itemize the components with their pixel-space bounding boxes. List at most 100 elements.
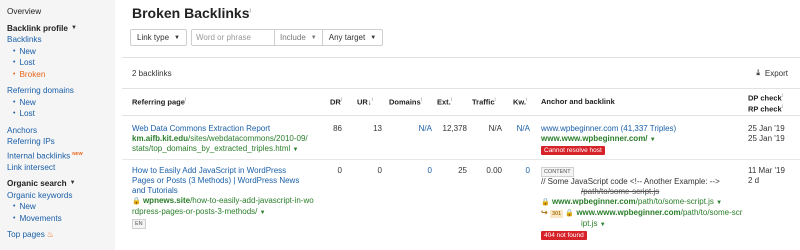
col-label: Ext. [437, 97, 451, 107]
url-path: rdpress-pages-or-posts-3-methods/ [132, 207, 258, 216]
sidebar-item-label: New [19, 46, 36, 56]
referring-page-url[interactable]: 🔒 wpnews.site/how-to-easily-add-javascri… [132, 196, 327, 207]
redirect-arrow-icon: ↪ [541, 208, 548, 217]
content-tag: CONTENT [541, 167, 574, 177]
info-icon[interactable]: i [250, 8, 251, 14]
col-label: DR [330, 97, 341, 107]
sidebar-item-refdomains-lost[interactable]: • Lost [7, 108, 115, 120]
bullet-icon: • [13, 214, 16, 222]
col-label: UR [357, 97, 368, 107]
redirect-badge: 301 [549, 210, 564, 218]
sidebar-section-backlink-profile[interactable]: Backlink profile ▼ [7, 23, 115, 35]
sidebar-section-organic-search[interactable]: Organic search ▼ [7, 178, 115, 190]
sidebar-item-organic-new[interactable]: • New [7, 201, 115, 213]
include-label: Include [279, 33, 306, 42]
sidebar-item-internal-backlinks[interactable]: Internal backlinks NEW [7, 148, 115, 162]
referring-page-url-cont: rdpress-pages-or-posts-3-methods/ ▼ [132, 207, 327, 218]
col-kw[interactable]: Kw.i [513, 97, 527, 107]
sidebar-item-referring-domains[interactable]: Referring domains [7, 85, 115, 97]
sidebar-overview[interactable]: Overview [7, 6, 115, 18]
dp-check-date: 11 Mar '19 [748, 166, 785, 175]
sidebar-item-link-intersect[interactable]: Link intersect [7, 162, 115, 174]
kw-value[interactable]: N/A [512, 124, 530, 133]
caret-down-icon[interactable]: ▼ [293, 147, 299, 153]
title-line: How to Easily Add JavaScript in WordPres… [132, 166, 287, 175]
backlink-url[interactable]: 🔒 www.wpbeginner.com/path/to/some-script… [541, 197, 746, 208]
backlink-url[interactable]: www.www.wpbeginner.com/ ▼ [541, 134, 741, 145]
any-target-label: Any target [328, 33, 366, 42]
referring-page-cell: How to Easily Add JavaScript in WordPres… [132, 166, 327, 229]
any-target-dropdown[interactable]: Any target ▼ [321, 30, 382, 45]
caret-down-icon[interactable]: ▼ [716, 200, 722, 206]
bullet-icon: • [13, 70, 16, 78]
col-dr[interactable]: DRi [330, 97, 342, 107]
sidebar-item-organic-movements[interactable]: • Movements [7, 213, 115, 225]
sidebar-item-anchors[interactable]: Anchors [7, 125, 115, 137]
ext-value: 25 [458, 166, 467, 175]
table-header: Referring pagei DRi UR↓i Domainsi Ext.i … [122, 88, 800, 116]
sidebar-item-referring-ips[interactable]: Referring IPs [7, 136, 115, 148]
sidebar-item-label: Lost [19, 58, 35, 67]
search-group: Include ▼ Any target ▼ [190, 29, 384, 46]
referring-page-url-cont: stats/top_domains_by_extracted_triples.h… [132, 144, 327, 155]
export-button[interactable]: ⤓ Export [756, 68, 788, 78]
caret-down-icon[interactable]: ▼ [600, 222, 606, 228]
language-badge: EN [132, 219, 146, 229]
domains-value[interactable]: 0 [402, 166, 432, 175]
ext-value: 12,378 [442, 124, 467, 133]
sidebar-item-backlinks-new[interactable]: • New [7, 46, 115, 58]
col-referring-page[interactable]: Referring pagei [132, 97, 186, 107]
table-row: Web Data Commons Extraction Report km.ai… [122, 116, 800, 160]
caret-down-icon[interactable]: ▼ [650, 137, 656, 143]
title-line: Pages or Posts (3 Methods) | WordPress N… [132, 176, 300, 185]
dr-value: 86 [333, 124, 342, 133]
referring-page-url[interactable]: km.aifb.kit.edu/sites/webdatacommons/201… [132, 134, 327, 144]
lock-icon: 🔒 [565, 210, 575, 217]
col-checks[interactable]: DP checki RP checki [748, 92, 783, 113]
info-icon: i [340, 97, 342, 103]
url-path: /sites/webdatacommons/2010-09/ [188, 134, 308, 143]
caret-down-icon[interactable]: ▼ [260, 210, 266, 216]
referring-page-title[interactable]: How to Easily Add JavaScript in WordPres… [132, 166, 327, 196]
col-domains[interactable]: Domainsi [389, 97, 422, 107]
caret-down-icon: ▼ [69, 180, 76, 187]
col-anchor[interactable]: Anchor and backlink [541, 97, 615, 106]
sidebar-item-label: Movements [19, 213, 62, 223]
backlink-path: ipt.js [581, 219, 598, 228]
info-icon: i [450, 97, 452, 103]
col-ext[interactable]: Ext.i [437, 97, 452, 107]
caret-down-icon: ▼ [310, 34, 317, 41]
domains-value[interactable]: N/A [402, 124, 432, 133]
sidebar-item-backlinks-broken[interactable]: • Broken [7, 69, 115, 81]
include-dropdown[interactable]: Include ▼ [273, 30, 322, 45]
link-type-label: Link type [137, 33, 170, 42]
kw-value[interactable]: 0 [512, 166, 530, 175]
url-domain: km.aifb.kit.edu [132, 134, 189, 143]
sidebar-item-backlinks-lost[interactable]: • Lost [7, 57, 115, 69]
check-dates: 25 Jan '19 25 Jan '19 [748, 124, 785, 144]
sidebar-item-label: Broken [19, 69, 46, 79]
sidebar-item-refdomains-new[interactable]: • New [7, 97, 115, 109]
referring-page-title[interactable]: Web Data Commons Extraction Report [132, 124, 327, 134]
sidebar-item-backlinks[interactable]: Backlinks [7, 34, 115, 46]
redirect-url[interactable]: ↪ 301 🔒 www.www.wpbeginner.com/path/to/s… [541, 208, 746, 219]
anchor-text: www.wpbeginner.com (41,337 Triples) [541, 124, 677, 133]
error-badge: Cannot resolve host [541, 146, 605, 155]
col-traffic[interactable]: Traffici [472, 97, 496, 107]
sidebar-item-top-pages[interactable]: Top pages ♨ [7, 229, 115, 241]
download-icon: ⤓ [756, 68, 760, 77]
info-icon: i [781, 93, 783, 99]
link-type-dropdown[interactable]: Link type ▼ [130, 29, 187, 46]
col-label: DP check [748, 93, 782, 103]
table-row: How to Easily Add JavaScript in WordPres… [122, 160, 800, 250]
title-line: and Tutorials [132, 186, 178, 195]
bullet-icon: • [13, 47, 16, 55]
bullet-icon: • [13, 98, 16, 106]
search-input[interactable] [191, 30, 274, 45]
col-ur[interactable]: UR↓i [357, 97, 373, 107]
sidebar-section-label: Organic search [7, 179, 67, 189]
info-icon: i [781, 103, 783, 110]
backlink-path: /path/to/some-scr [680, 208, 743, 217]
info-icon: i [184, 97, 187, 103]
sidebar-item-organic-keywords[interactable]: Organic keywords [7, 190, 115, 202]
